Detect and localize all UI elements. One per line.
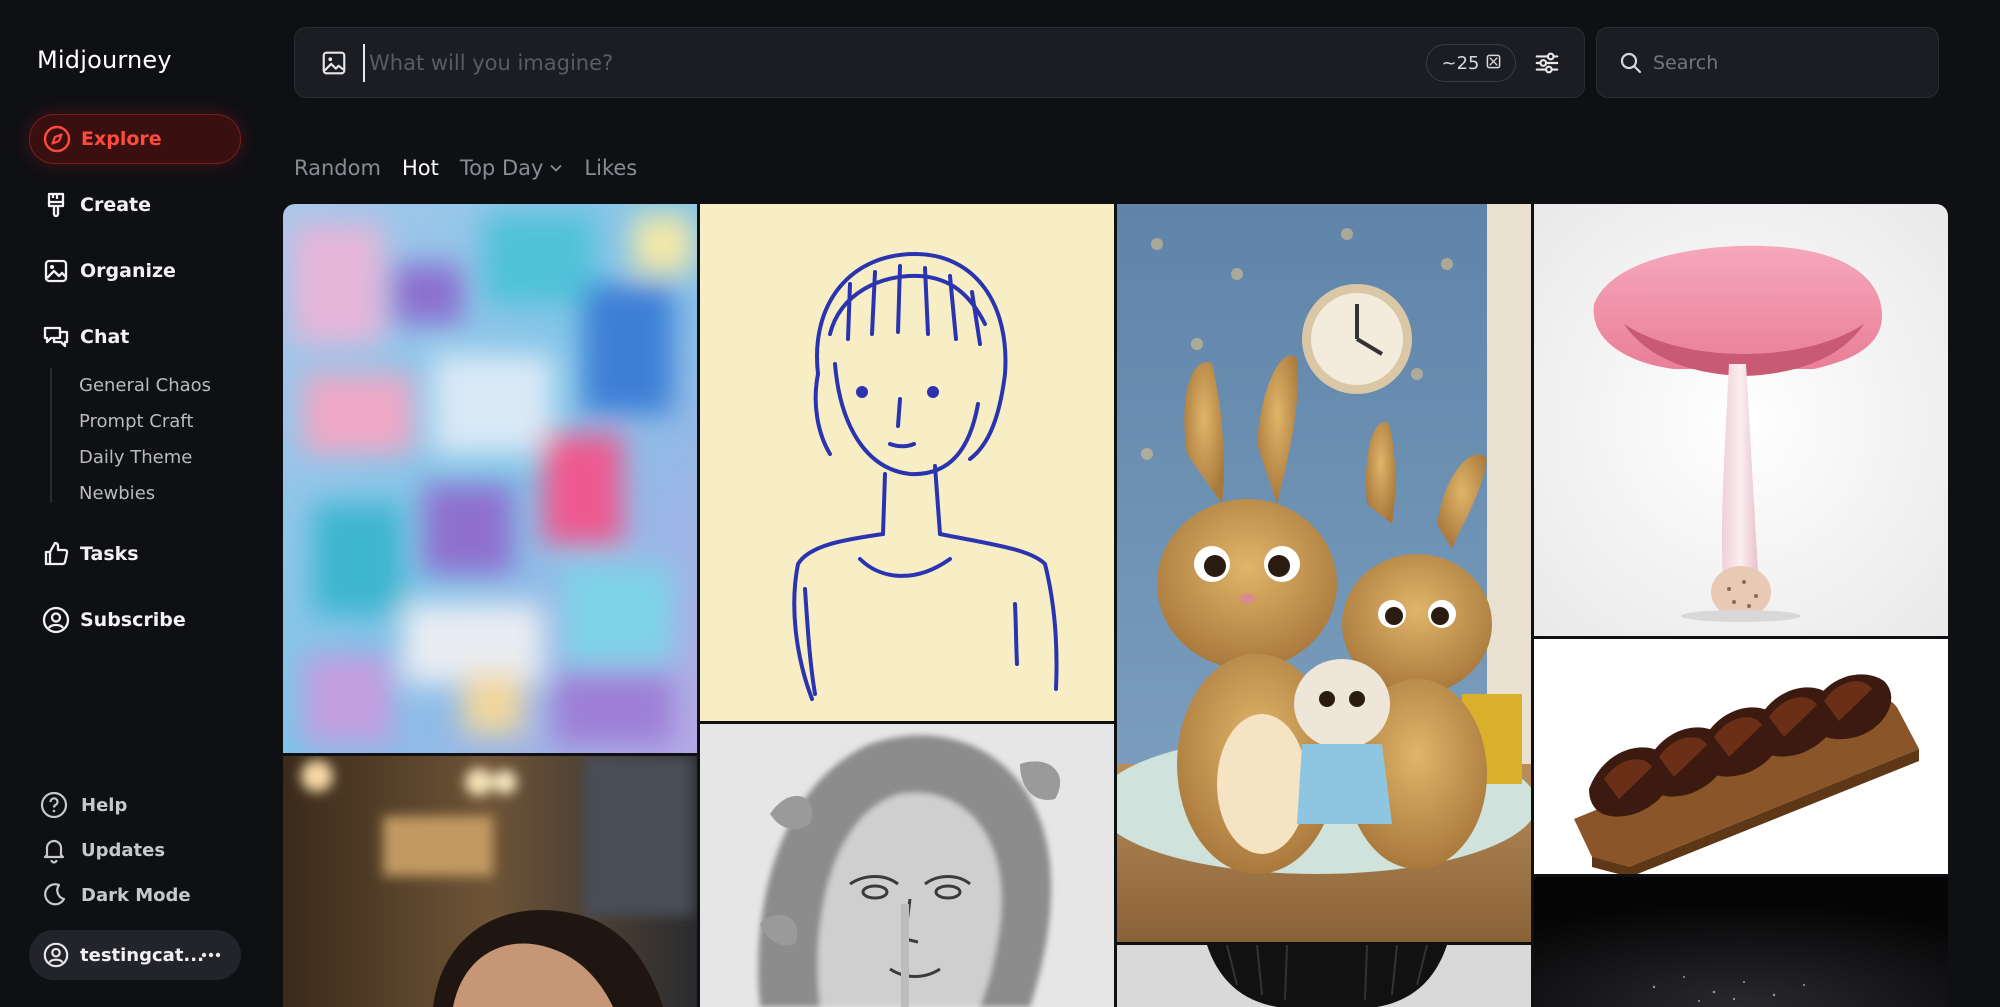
username: testingcat... [80,944,204,966]
updates-label: Updates [81,839,166,861]
gallery-image-pink-mushroom[interactable] [1534,204,1948,636]
image-icon [40,255,72,287]
nav-organize[interactable]: Organize [29,246,241,296]
compass-icon [41,123,73,155]
chat-channel-list: General Chaos Prompt Craft Daily Theme N… [50,368,211,504]
tab-top-day-label: Top Day [459,156,544,180]
sidebar: Midjourney Explore Create Organize Chat … [0,0,272,1007]
gallery-image-grilled-steak[interactable] [1534,639,1948,874]
settings-sliders-icon[interactable] [1530,46,1564,80]
user-account-menu[interactable]: testingcat... [29,930,241,980]
gallery-image-dark-hair[interactable] [1117,945,1531,1007]
gallery-image-bokeh-portrait[interactable] [283,756,697,1007]
help-label: Help [81,794,128,816]
nav-explore[interactable]: Explore [29,114,241,164]
nav-organize-label: Organize [80,260,176,282]
bell-icon [37,833,71,867]
nav-create-label: Create [80,194,151,216]
updates-link[interactable]: Updates [37,832,165,868]
nav-create[interactable]: Create [29,180,241,230]
gallery-image-abstract-painting[interactable] [283,204,697,753]
more-options-icon[interactable] [199,943,223,967]
tab-random[interactable]: Random [294,156,381,180]
gallery-image-cartoon-rabbits[interactable] [1117,204,1531,942]
gallery-image-line-drawing-girl[interactable] [700,204,1114,721]
help-icon [37,788,71,822]
chat-channel-prompt-craft[interactable]: Prompt Craft [52,404,211,440]
chat-bubbles-icon [40,321,72,353]
brand-logo[interactable]: Midjourney [37,46,172,74]
tab-likes[interactable]: Likes [584,156,637,180]
image-grid-icon [1486,53,1501,74]
search-box [1596,27,1939,98]
thumbs-up-icon [40,538,72,570]
nav-chat[interactable]: Chat [29,312,241,362]
avatar-icon [40,939,72,971]
image-upload-icon[interactable] [317,46,351,80]
moon-icon [37,878,71,912]
credits-count: ~25 [1441,52,1480,74]
nav-tasks-label: Tasks [80,543,139,565]
dark-mode-toggle[interactable]: Dark Mode [37,877,191,913]
nav-explore-label: Explore [81,128,162,150]
nav-subscribe[interactable]: Subscribe [29,595,241,645]
search-input[interactable] [1653,44,1923,82]
feed-filter-tabs: Random Hot Top Day Likes [294,152,658,184]
chat-channel-general-chaos[interactable]: General Chaos [52,368,211,404]
help-link[interactable]: Help [37,787,127,823]
nav-subscribe-label: Subscribe [80,609,186,631]
chat-channel-daily-theme[interactable]: Daily Theme [52,440,211,476]
gallery-image-pencil-sketch-portrait[interactable] [700,724,1114,1007]
prompt-input[interactable] [363,44,1383,82]
chevron-down-icon [549,163,563,173]
credits-badge[interactable]: ~25 [1426,44,1516,82]
paintbrush-icon [40,189,72,221]
nav-chat-label: Chat [80,326,130,348]
dark-mode-label: Dark Mode [81,884,191,906]
tab-top-day[interactable]: Top Day [460,156,564,180]
search-icon [1619,51,1643,75]
prompt-bar: ~25 [294,27,1585,98]
tab-hot[interactable]: Hot [402,156,439,180]
chat-channel-newbies[interactable]: Newbies [52,476,211,512]
gallery-image-dark-starry[interactable] [1534,877,1948,1007]
user-circle-icon [40,604,72,636]
nav-tasks[interactable]: Tasks [29,529,241,579]
